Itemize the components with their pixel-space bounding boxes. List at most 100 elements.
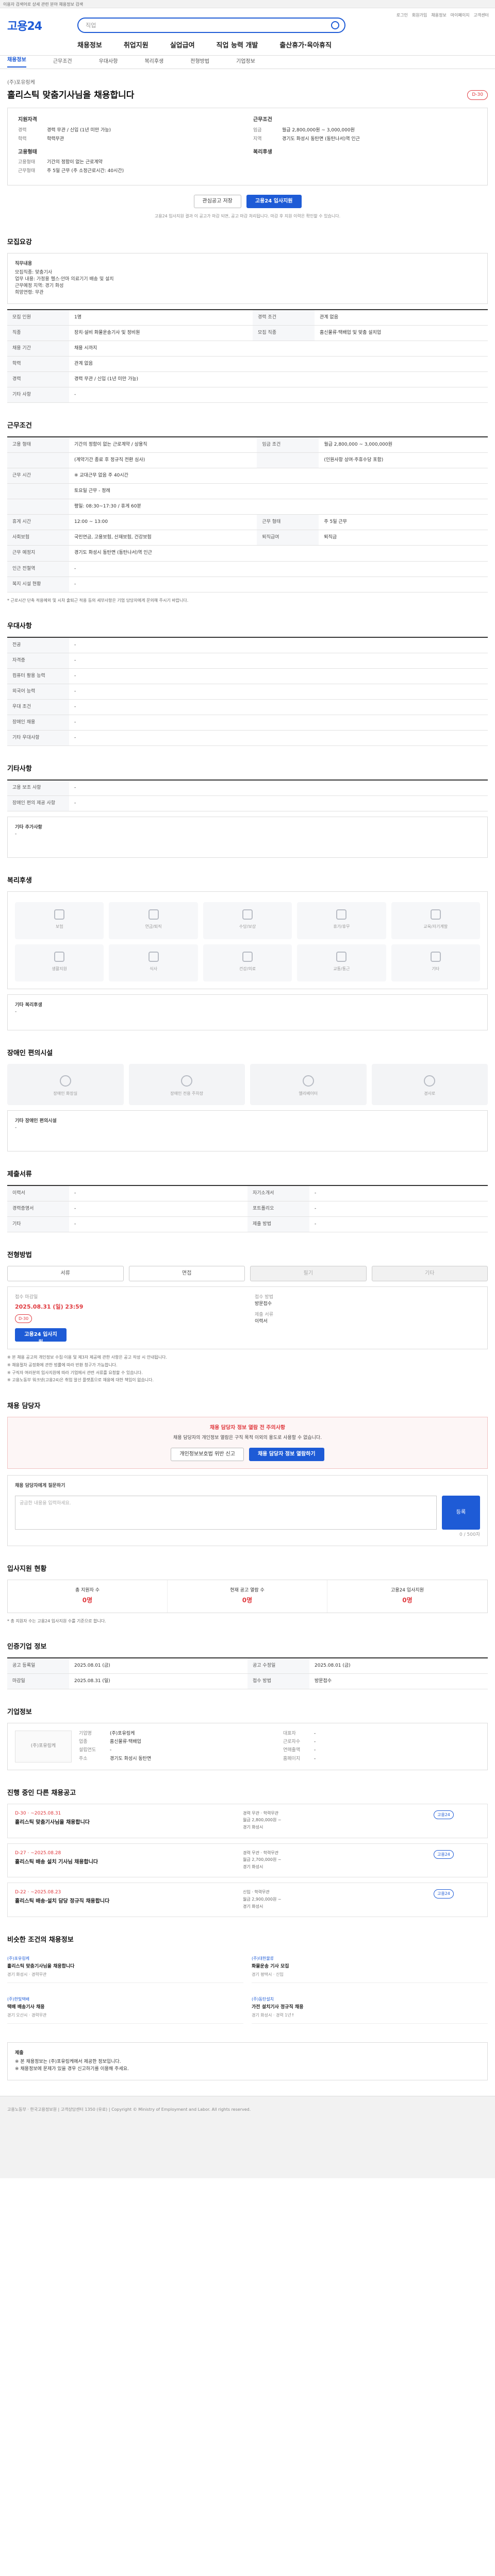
similar-title[interactable]: 가전 설치기사 정규직 채용 [252, 2004, 488, 2011]
facility-tile: 장애인 화장실 [7, 1063, 124, 1105]
note-line: ※ 고용노동부 워크넷(고용24)은 취업 알선 플랫폼으로 채용에 대한 책임… [7, 1378, 154, 1383]
conditions-note: * 근로시간 단축 적용예외 및 시차 출퇴근 적용 등의 세부사항은 기업 담… [7, 598, 189, 603]
summary-key: 고용형태 [18, 160, 36, 165]
company-info-row: 홈페이지 - [283, 1756, 480, 1762]
similar-job-item[interactable]: (주)포유링케 홀리스틱 맞춤기사님을 채용합니다 경기 화성시 · 경력무관 [7, 1951, 243, 1984]
site-logo[interactable]: 고용24 [7, 19, 42, 35]
similar-job-item[interactable]: (주)대한물류 화물운송 기사 모집 경기 평택시 · 신입 [252, 1951, 488, 1984]
note-line: ※ 채용정보에 문제가 있을 경우 신고하기를 이용해 주세요. [15, 2066, 129, 2072]
summary-key: 지역 [253, 136, 262, 142]
source-chip: 고용24 [434, 1850, 454, 1859]
tab-item[interactable]: 복리후생 [144, 58, 163, 66]
row-label: 모집 직종 [253, 325, 315, 342]
tab-item[interactable]: 우대사항 [99, 58, 118, 66]
qna-submit-button[interactable]: 등록 [442, 1496, 480, 1530]
tab-item[interactable]: 채용정보 [7, 57, 26, 67]
facility-label: 장애인 화장실 [53, 1091, 78, 1096]
summary-value: 학력무관 [47, 136, 64, 142]
gnb-item[interactable]: 취업지원 [124, 41, 148, 51]
table-row: 채용 기간 채용 시까지 [7, 341, 488, 357]
facility-label: 엘리베이터 [299, 1091, 318, 1096]
report-button[interactable]: 개인정보보호법 위반 신고 [171, 1448, 244, 1462]
similar-job-item[interactable]: (주)동탄설치 가전 설치기사 정규직 채용 경기 화성시 · 경력 1년↑ [252, 1991, 488, 2024]
other-job-item[interactable]: D-22 · ~2025.08.23 홀리스틱 배송·설치 담당 정규직 채용합니… [7, 1883, 488, 1918]
section-title: 진행 중인 다른 채용공고 [7, 1789, 76, 1797]
view-contact-button[interactable]: 채용 담당자 정보 열람하기 [249, 1448, 324, 1462]
tab-item[interactable]: 기업정보 [236, 58, 255, 66]
apply-button-2[interactable]: 고용24 입사지원 [15, 1328, 67, 1345]
header-link[interactable]: 회원가입 [412, 13, 427, 18]
welfare-label: 보험 [55, 924, 63, 929]
row-label: 임금 조건 [257, 436, 319, 453]
other-job-chip-wrap: 고용24 [434, 1889, 480, 1910]
row-value: 홈신물류·택배업 및 맞춤 설치업 [315, 325, 488, 342]
table-row: 사회보험 국민연금, 고용보험, 산재보험, 건강보험 퇴직급여 퇴직금 [7, 530, 488, 546]
similar-job-item[interactable]: (주)한빛택배 택배 배송기사 채용 경기 오산시 · 경력무관 [7, 1991, 243, 2024]
search-icon[interactable] [331, 21, 339, 29]
desc-line: 희망연령: 무관 [15, 290, 44, 295]
other-job-title[interactable]: 홀리스틱 배송·설치 담당 정규직 채용합니다 [15, 1898, 238, 1906]
tab-item[interactable]: 전형방법 [190, 58, 209, 66]
summary-value: 경기도 화성시 동탄면 (동탄나서)역 인근 [282, 136, 360, 142]
row-value: - [69, 653, 488, 669]
contact-section: 채용 담당자 채용 담당자 정보 열람 전 주의사항 채용 담당자의 개인정보 … [7, 1402, 488, 1547]
row-label: 마감일 [7, 1673, 69, 1690]
row-label: 공고 등록일 [7, 1657, 69, 1674]
note-line: ※ 본 채용 공고의 개인정보 수집·이용 및 제3자 제공에 관한 사항은 공… [7, 1355, 168, 1360]
summary-heading: 복리후생 [253, 149, 272, 155]
summary-row: 학력 학력무관 [18, 136, 242, 143]
other-job-date: D-30 · ~2025.08.31 [15, 1810, 61, 1816]
header-link[interactable]: 채용정보 [431, 13, 446, 18]
welfare-label: 교통/통근 [333, 967, 350, 972]
row-label: 학력 [7, 356, 69, 372]
company-info-key: 기업명 [79, 1731, 92, 1736]
row-value: 퇴직금 [319, 530, 488, 546]
stats-section: 입사지원 현황 총 지원자 수 0명 현재 공고 열람 수 0명 고용24 입사지원 0명… [7, 1565, 488, 1624]
gnb-item[interactable]: 실업급여 [170, 41, 195, 51]
dday-badge: D-30 [467, 90, 488, 100]
section-title: 근무조건 [7, 422, 32, 430]
header-link[interactable]: 마이페이지 [451, 13, 470, 18]
other-job-item[interactable]: D-27 · ~2025.08.28 홀리스틱 배송 설치 기사님 채용합니다 경력… [7, 1843, 488, 1878]
row-value: 방문접수 [309, 1673, 488, 1690]
gnb-item[interactable]: 직업 능력 개발 [217, 41, 258, 51]
qna-textarea[interactable]: 궁금한 내용을 입력하세요. [15, 1496, 437, 1530]
prefer-section: 우대사항 전공 - 자격증 - 컴퓨터 활용 능력 - 외국어 능력 - 우대 조건 - 장애인 채… [7, 622, 488, 747]
similar-title[interactable]: 홀리스틱 맞춤기사님을 채용합니다 [7, 1963, 243, 1970]
welfare-label: 식사 [150, 967, 157, 972]
header-link[interactable]: 로그인 [397, 13, 408, 18]
tab-item[interactable]: 근무조건 [53, 58, 72, 66]
row-label: 고용 보조 사항 [7, 779, 69, 796]
row-value: - [309, 1185, 488, 1201]
facility-label: 장애인 전용 주차장 [170, 1091, 204, 1096]
apply-button[interactable]: 고용24 입사지원 [246, 195, 302, 209]
row-label: 퇴직급여 [257, 530, 319, 546]
search-input[interactable]: 직업 [77, 18, 345, 33]
other-job-title[interactable]: 홀리스틱 맞춤기사님을 채용합니다 [15, 1819, 238, 1827]
company-info-key: 연매출액 [283, 1748, 301, 1753]
row-label: 경력 조건 [253, 309, 315, 326]
summary-key: 학력 [18, 136, 27, 142]
table-row: 고용 형태 기간의 정함이 없는 근로계약 / 상용직 임금 조건 월급 2,800,… [7, 436, 488, 453]
row-label [257, 452, 319, 469]
row-value: - [69, 387, 488, 403]
similar-meta: 경기 평택시 · 신입 [252, 1972, 284, 1977]
row-label: 제출 방법 [248, 1216, 309, 1232]
gnb-item[interactable]: 채용정보 [77, 41, 102, 51]
docs-section: 제출서류 이력서 - 자기소개서 - 경력증명서 - 포트폴리오 - 기타 - 제출 방법 - [7, 1170, 488, 1232]
method-step: 기타 [371, 1265, 488, 1281]
other-job-title[interactable]: 홀리스틱 배송 설치 기사님 채용합니다 [15, 1859, 238, 1867]
row-label: 경력증명서 [7, 1200, 69, 1217]
similar-title[interactable]: 택배 배송기사 채용 [7, 2004, 243, 2011]
company-name[interactable]: (주)포유링케 [7, 79, 488, 87]
facility-extra-box: 기타 장애인 편의시설 - [7, 1110, 488, 1151]
qna-counter: 0 / 500자 [459, 1532, 480, 1538]
section-title: 비슷한 조건의 채용정보 [7, 1936, 74, 1944]
similar-title[interactable]: 화물운송 기사 모집 [252, 1963, 488, 1970]
header-link[interactable]: 고객센터 [474, 13, 489, 18]
other-job-item[interactable]: D-30 · ~2025.08.31 홀리스틱 맞춤기사님을 채용합니다 경력 무관… [7, 1803, 488, 1838]
gnb-item[interactable]: 출산휴가·육아휴직 [279, 41, 332, 51]
welfare-icon [54, 909, 65, 920]
row-value: - [69, 699, 488, 716]
scrap-button[interactable]: 관심공고 저장 [193, 195, 241, 209]
